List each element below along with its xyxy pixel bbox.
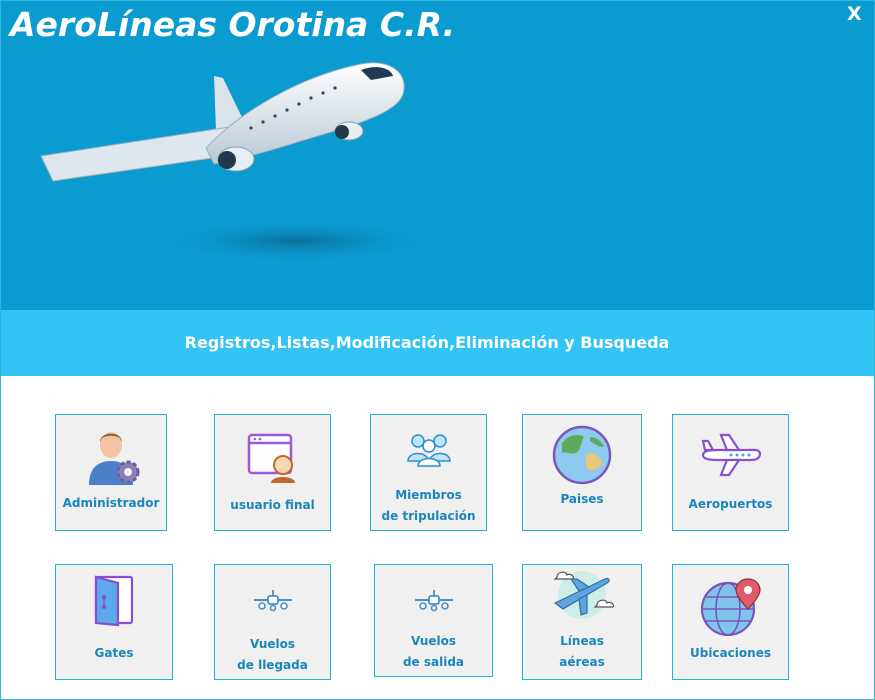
vuelos-llegada-button[interactable]: Vuelos de llegada <box>214 564 331 680</box>
subtitle: Registros,Listas,Modificación,Eliminació… <box>184 333 670 352</box>
tile-label-line1: Vuelos <box>410 634 457 648</box>
tile-label-line1: Vuelos <box>249 637 296 651</box>
gate-door-icon <box>94 575 134 627</box>
tile-label-line1: Miembros <box>395 488 462 502</box>
plane-clouds-icon <box>553 571 615 619</box>
airplane-icon <box>701 433 761 477</box>
aeropuertos-button[interactable]: Aeropuertos <box>672 414 789 531</box>
hero-banner: AeroLíneas Orotina C.R. X <box>1 1 874 310</box>
tile-label-line1: Aeropuertos <box>688 497 773 511</box>
tile-label-line1: Paises <box>560 492 604 506</box>
tile-label-line1: Gates <box>94 646 134 660</box>
globe-icon <box>552 425 612 485</box>
small-plane-icon <box>414 590 453 612</box>
tile-label-line1: Administrador <box>62 496 160 510</box>
usuario-final-button[interactable]: usuario final <box>214 414 331 531</box>
end-user-browser-icon <box>247 433 295 483</box>
paises-button[interactable]: Paises <box>522 414 642 531</box>
globe-location-pin-icon <box>700 578 761 637</box>
tile-label-line2: de salida <box>402 655 465 669</box>
tile-label-line2: de llegada <box>237 658 308 672</box>
app-title: AeroLíneas Orotina C.R. <box>10 5 456 44</box>
gates-button[interactable]: Gates <box>55 564 173 680</box>
small-plane-icon <box>253 590 292 612</box>
administrador-button[interactable]: Administrador <box>55 414 167 531</box>
subtitle-band: Registros,Listas,Modificación,Eliminació… <box>1 310 874 376</box>
airplane-illustration <box>40 62 436 263</box>
tile-label-line2: aéreas <box>559 655 605 669</box>
tile-label-line1: Ubicaciones <box>690 646 771 660</box>
tile-label-line1: Líneas <box>560 634 604 648</box>
main-window: AeroLíneas Orotina C.R. X Registros,List… <box>0 0 875 700</box>
admin-user-gear-icon <box>89 432 140 485</box>
crew-group-icon <box>406 434 451 467</box>
ubicaciones-button[interactable]: Ubicaciones <box>672 564 789 680</box>
tile-label-line1: usuario final <box>230 498 315 512</box>
close-button[interactable]: X <box>847 3 862 25</box>
lineas-aereas-button[interactable]: Líneas aéreas <box>522 564 642 680</box>
miembros-tripulacion-button[interactable]: Miembros de tripulación <box>370 414 487 531</box>
tile-label-line2: de tripulación <box>381 509 476 523</box>
vuelos-salida-button[interactable]: Vuelos de salida <box>374 564 493 677</box>
